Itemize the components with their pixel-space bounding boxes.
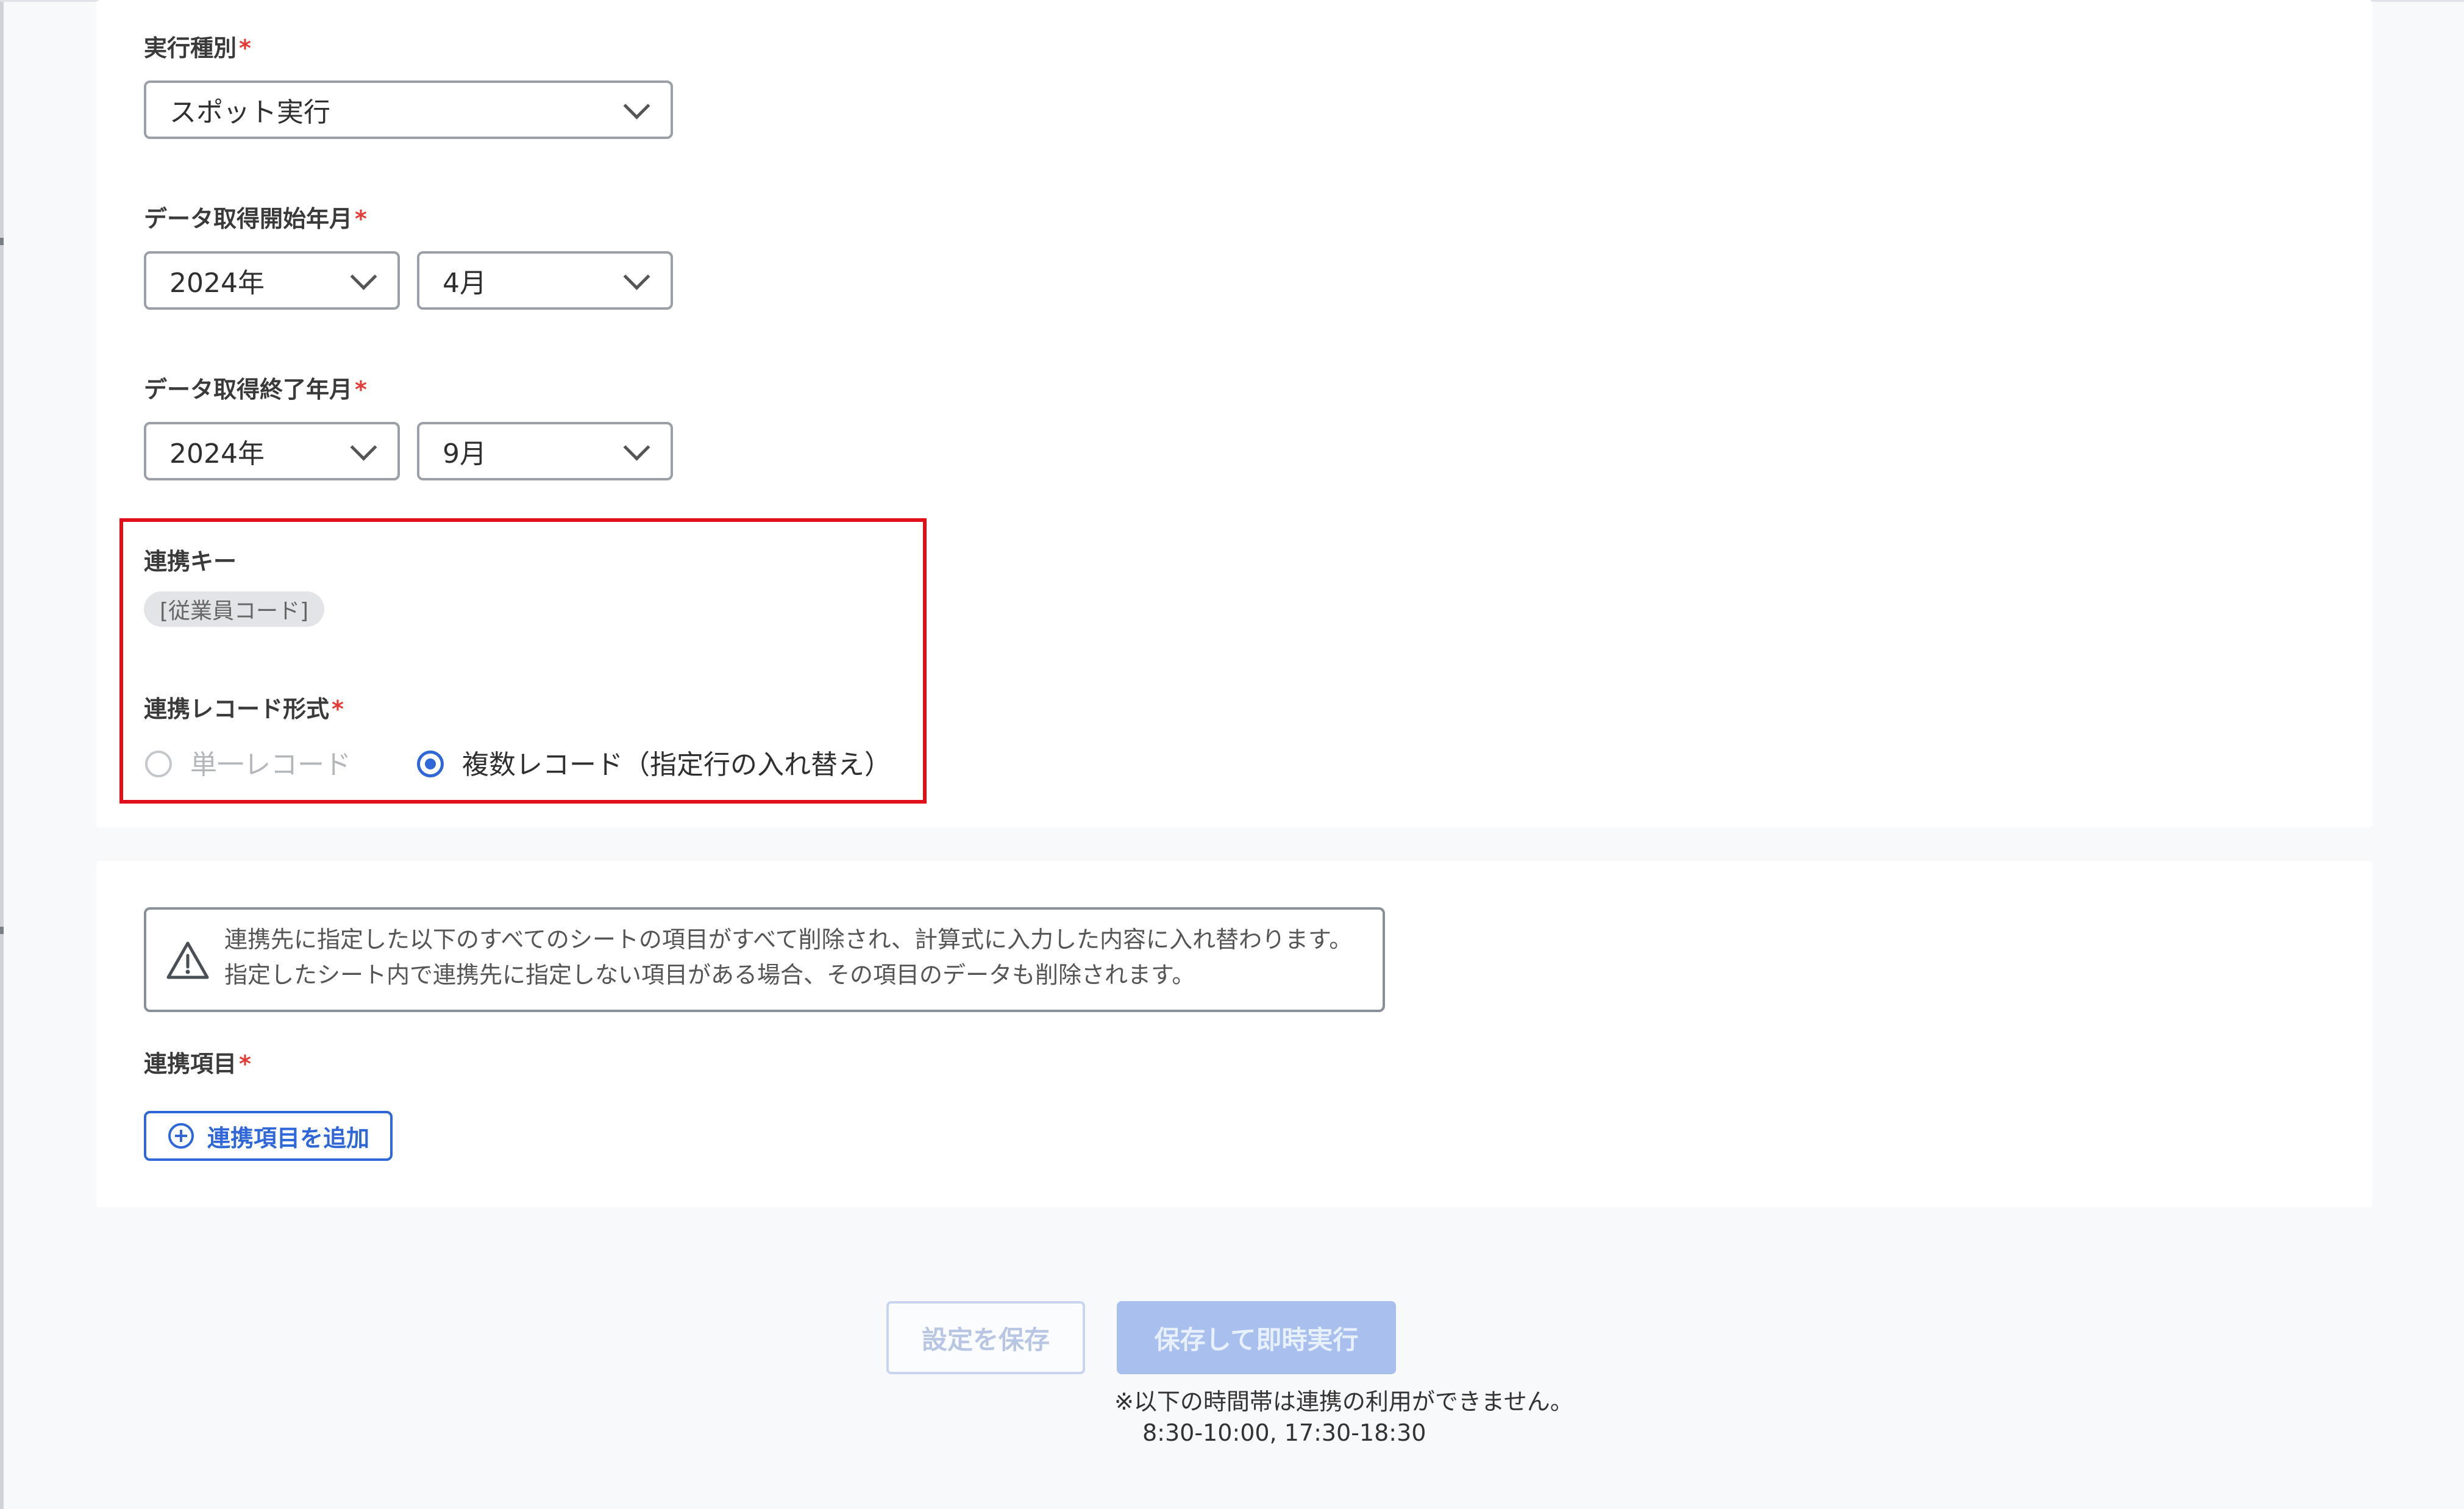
save-and-run-button[interactable]: 保存して即時実行 bbox=[1117, 1301, 1396, 1374]
data-end-month-select[interactable]: 9月 bbox=[417, 422, 673, 480]
data-end-month-value: 9月 bbox=[443, 438, 486, 469]
data-start-year-value: 2024年 bbox=[169, 268, 265, 299]
link-key-chip: [従業員コード] bbox=[144, 591, 325, 627]
data-start-label: データ取得開始年月 * bbox=[144, 205, 367, 232]
single-record-radio[interactable] bbox=[145, 751, 172, 777]
data-start-year-select[interactable]: 2024年 bbox=[144, 251, 400, 310]
left-edge-mark bbox=[0, 927, 4, 934]
plus-circle-icon bbox=[168, 1123, 194, 1149]
warning-box: 連携先に指定した以下のすべてのシートの項目がすべて削除され、計算式に入力した内容… bbox=[144, 907, 1385, 1012]
save-settings-button[interactable]: 設定を保存 bbox=[886, 1301, 1085, 1374]
chevron-down-icon bbox=[623, 92, 650, 120]
chevron-down-icon bbox=[350, 263, 377, 290]
execution-type-value: スポット実行 bbox=[169, 97, 330, 128]
warning-triangle-icon bbox=[166, 941, 209, 979]
multi-record-label: 複数レコード（指定行の入れ替え） bbox=[462, 749, 891, 780]
left-edge bbox=[0, 0, 4, 1509]
data-end-year-select[interactable]: 2024年 bbox=[144, 422, 400, 480]
add-link-item-label: 連携項目を追加 bbox=[207, 1124, 370, 1152]
unavailable-time-note: ※以下の時間帯は連携の利用ができません。 bbox=[1114, 1388, 1573, 1415]
chevron-down-icon bbox=[350, 433, 377, 461]
link-items-label: 連携項目 * bbox=[144, 1051, 251, 1077]
multi-record-radio[interactable] bbox=[417, 751, 444, 777]
data-end-year-value: 2024年 bbox=[169, 438, 265, 469]
data-start-month-value: 4月 bbox=[443, 268, 486, 299]
warning-line-2: 指定したシート内で連携先に指定しない項目がある場合、その項目のデータも削除されま… bbox=[224, 961, 1195, 988]
add-link-item-button[interactable]: 連携項目を追加 bbox=[144, 1111, 393, 1161]
unavailable-time-range: 8:30-10:00, 17:30-18:30 bbox=[1142, 1419, 1426, 1446]
record-format-label: 連携レコード形式 * bbox=[144, 696, 344, 722]
left-edge-mark bbox=[0, 238, 4, 245]
chevron-down-icon bbox=[623, 263, 650, 290]
data-start-month-select[interactable]: 4月 bbox=[417, 251, 673, 310]
single-record-label: 単一レコード bbox=[190, 749, 351, 780]
warning-line-1: 連携先に指定した以下のすべてのシートの項目がすべて削除され、計算式に入力した内容… bbox=[224, 926, 1353, 953]
execution-type-label: 実行種別 * bbox=[144, 35, 251, 62]
link-key-label: 連携キー bbox=[144, 548, 237, 575]
data-end-label: データ取得終了年月 * bbox=[144, 376, 367, 403]
chevron-down-icon bbox=[623, 433, 650, 461]
execution-type-select[interactable]: スポット実行 bbox=[144, 80, 673, 139]
